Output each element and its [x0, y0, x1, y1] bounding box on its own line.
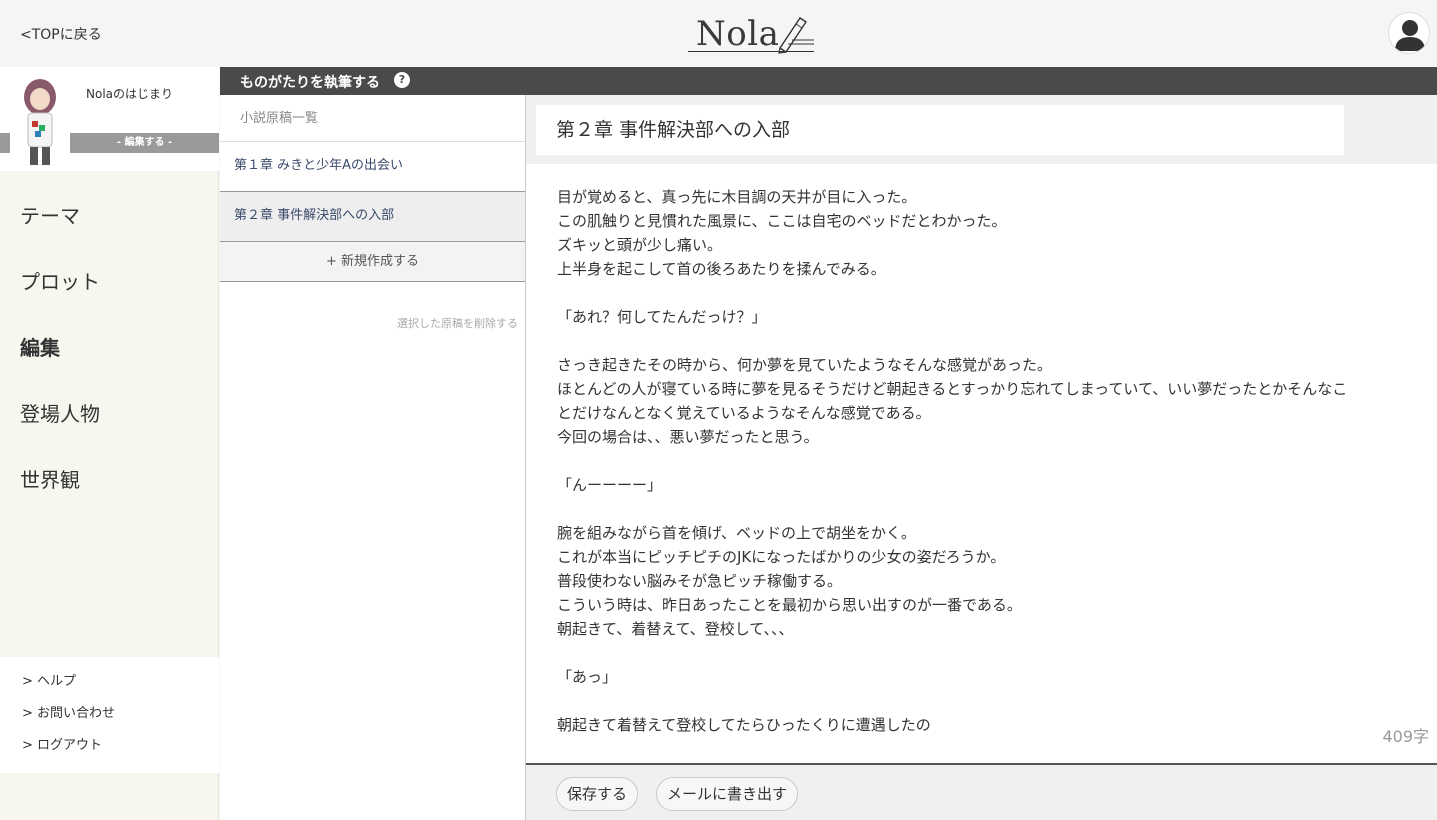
character-image — [8, 75, 72, 167]
manuscript-item[interactable]: 第１章 みきと少年Aの出会い — [220, 142, 525, 192]
section-title: ものがたりを執筆する — [240, 75, 380, 91]
logout-link[interactable]: > ログアウト — [0, 737, 219, 769]
back-to-top-link[interactable]: <TOPに戻る — [20, 24, 102, 44]
sidebar-nav: テーマ プロット 編集 登場人物 世界観 — [0, 183, 219, 513]
sidebar-item-characters[interactable]: 登場人物 — [0, 381, 219, 447]
sidebar-footer: > ヘルプ > お問い合わせ > ログアウト — [0, 657, 219, 773]
character-count: 409字 — [1382, 727, 1429, 746]
section-header: ものがたりを執筆する ? — [220, 67, 1437, 95]
user-avatar-icon[interactable] — [1388, 12, 1430, 54]
book-title: Nolaのはじまり — [86, 87, 174, 101]
edit-book-button[interactable]: - 編集する - — [70, 133, 219, 153]
edit-bar-accent — [0, 133, 10, 153]
sidebar-item-worldview[interactable]: 世界観 — [0, 447, 219, 513]
editor-action-bar: 保存する メールに書き出す — [526, 763, 1437, 820]
nola-logo[interactable]: Nola — [688, 12, 818, 56]
manuscript-list: 小説原稿一覧 第１章 みきと少年Aの出会い 第２章 事件解決部への入部 + 新規… — [220, 95, 525, 820]
logo-text: Nola — [696, 14, 780, 54]
help-link[interactable]: > ヘルプ — [0, 673, 219, 705]
book-profile: Nolaのはじまり - 編集する - — [0, 67, 219, 171]
help-icon[interactable]: ? — [394, 72, 410, 88]
sidebar-item-edit[interactable]: 編集 — [0, 315, 219, 381]
new-manuscript-button[interactable]: + 新規作成する — [220, 242, 525, 282]
top-header: <TOPに戻る Nola — [0, 0, 1437, 67]
chapter-title-area: 第２章 事件解決部への入部 — [526, 95, 1437, 164]
contact-link[interactable]: > お問い合わせ — [0, 705, 219, 737]
chapter-title-input[interactable]: 第２章 事件解決部への入部 — [536, 105, 1344, 155]
manuscript-body-textarea[interactable]: 目が覚めると、真っ先に木目調の天井が目に入った。 この肌触りと見慣れた風景に、こ… — [557, 185, 1417, 737]
manuscript-editor: 第２章 事件解決部への入部 目が覚めると、真っ先に木目調の天井が目に入った。 こ… — [525, 95, 1437, 820]
export-mail-button[interactable]: メールに書き出す — [656, 777, 799, 811]
left-sidebar: Nolaのはじまり - 編集する - テーマ プロット 編集 登場人物 世界観 … — [0, 67, 219, 820]
manuscript-item-selected[interactable]: 第２章 事件解決部への入部 — [220, 192, 525, 242]
delete-manuscript-link[interactable]: 選択した原稿を削除する — [397, 315, 518, 331]
pencil-icon — [778, 17, 814, 54]
save-button[interactable]: 保存する — [556, 777, 639, 811]
logo-underline — [688, 51, 814, 52]
sidebar-item-plot[interactable]: プロット — [0, 249, 219, 315]
sidebar-item-theme[interactable]: テーマ — [0, 183, 219, 249]
manuscript-list-header: 小説原稿一覧 — [220, 95, 525, 142]
